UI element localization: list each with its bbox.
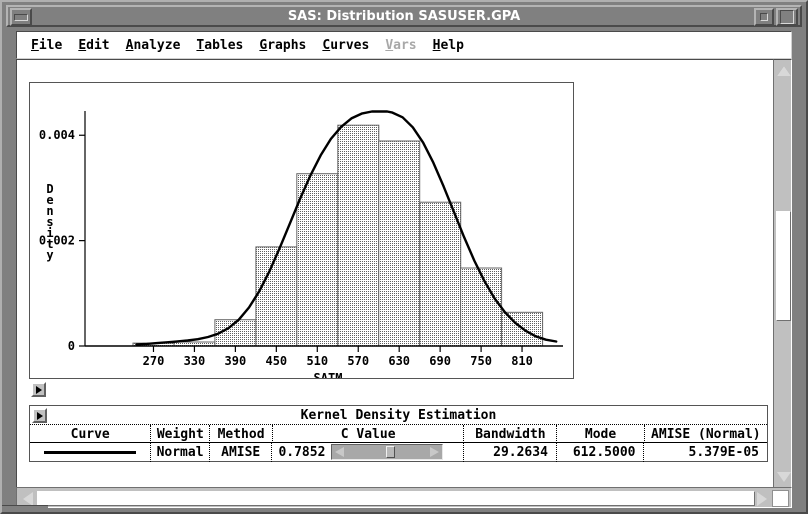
restore-button[interactable] [754,8,774,26]
scroll-left-arrow-icon[interactable] [20,491,35,506]
kernel-density-table-panel: Kernel Density Estimation Curve Weight M… [29,405,768,462]
c-value-slider[interactable] [331,444,444,460]
svg-text:810: 810 [511,354,533,368]
window-title: SAS: Distribution SASUSER.GPA [287,8,521,24]
cell-c-value[interactable]: 0.7852 [272,442,464,462]
kde-table-header-row: Curve Weight Method C Value Bandwidth Mo… [30,425,767,443]
svg-text:570: 570 [347,354,369,368]
horizontal-scrollbar[interactable] [16,487,792,508]
menu-item-vars: Vars [385,37,417,53]
vertical-scrollbar[interactable] [773,59,792,487]
svg-text:450: 450 [265,354,287,368]
client-area: 0 0.002 0.004 De n s i t y 270 330 390 450 510 570 630 6… [16,59,773,487]
maximize-button[interactable] [776,8,798,26]
cell-amise[interactable]: 5.379E-05 [644,443,767,462]
cell-curve-swatch[interactable] [30,442,152,462]
svg-text:0: 0 [68,339,75,353]
vertical-scrollbar-thumb[interactable] [776,211,791,321]
expand-triangle-icon [35,385,42,394]
histogram-density-chart: 00.0020.004Density270 330 390 450 510 570 630 6… [39,110,563,378]
maximize-icon [780,10,794,24]
window-titlebar[interactable]: SAS: Distribution SASUSER.GPA [6,5,802,27]
cell-method[interactable]: AMISE [210,442,273,462]
svg-text:390: 390 [225,354,247,368]
menu-item-help[interactable]: Help [433,38,464,53]
menu-item-tables[interactable]: Tables [196,38,243,53]
curve-line-swatch [44,450,137,454]
column-header-c-value[interactable]: C Value [273,425,465,443]
svg-text:510: 510 [306,354,328,368]
restore-icon [760,13,768,21]
svg-text:0.004: 0.004 [39,128,75,142]
table-row[interactable]: Normal AMISE 0.7852 29.2634 612.5000 5.3… [30,442,767,462]
slider-right-arrow-icon[interactable] [426,445,442,459]
menu-item-edit[interactable]: Edit [78,38,109,53]
scroll-down-arrow-icon[interactable] [776,469,791,484]
slider-track[interactable] [348,445,426,459]
cell-bandwidth[interactable]: 29.2634 [464,442,557,462]
svg-text:630: 630 [388,354,410,368]
kde-table-title: Kernel Density Estimation [300,408,497,423]
scroll-right-arrow-icon[interactable] [754,491,769,506]
menu-item-analyze[interactable]: Analyze [126,38,181,53]
scrollbar-corner [772,490,789,507]
plot-expand-button[interactable] [31,382,46,397]
column-header-curve[interactable]: Curve [30,425,152,443]
svg-text:750: 750 [470,354,492,368]
menu-item-graphs[interactable]: Graphs [259,38,306,53]
column-header-amise[interactable]: AMISE (Normal) [645,425,767,443]
cell-weight[interactable]: Normal [151,442,210,462]
slider-left-arrow-icon[interactable] [332,445,348,459]
svg-text:330: 330 [184,354,206,368]
svg-text:690: 690 [429,354,451,368]
menu-item-curves[interactable]: Curves [322,38,369,53]
cell-mode[interactable]: 612.5000 [557,442,645,462]
column-header-weight[interactable]: Weight [151,425,211,443]
horizontal-scrollbar-thumb[interactable] [37,491,755,506]
c-value-number: 0.7852 [278,444,326,460]
menu-item-file[interactable]: File [31,38,62,53]
window-size-grip[interactable] [2,505,48,512]
column-header-method[interactable]: Method [210,425,273,443]
minimize-icon [14,13,28,21]
minimize-button[interactable] [10,8,32,26]
column-header-mode[interactable]: Mode [557,425,645,443]
slider-thumb[interactable] [386,446,396,458]
column-header-bandwidth[interactable]: Bandwidth [464,425,558,443]
svg-text:270: 270 [143,354,165,368]
histogram-plot-panel[interactable]: 0 0.002 0.004 De n s i t y 270 330 390 450 510 570 630 6… [29,82,574,379]
menubar: File Edit Analyze Tables Graphs Curves V… [16,31,792,59]
sas-distribution-window: SAS: Distribution SASUSER.GPA File Edit … [0,0,808,514]
scroll-up-arrow-icon[interactable] [776,63,791,78]
svg-text:0.002: 0.002 [39,234,75,248]
svg-text:y: y [46,248,53,262]
svg-text:SATM: SATM [314,371,343,378]
